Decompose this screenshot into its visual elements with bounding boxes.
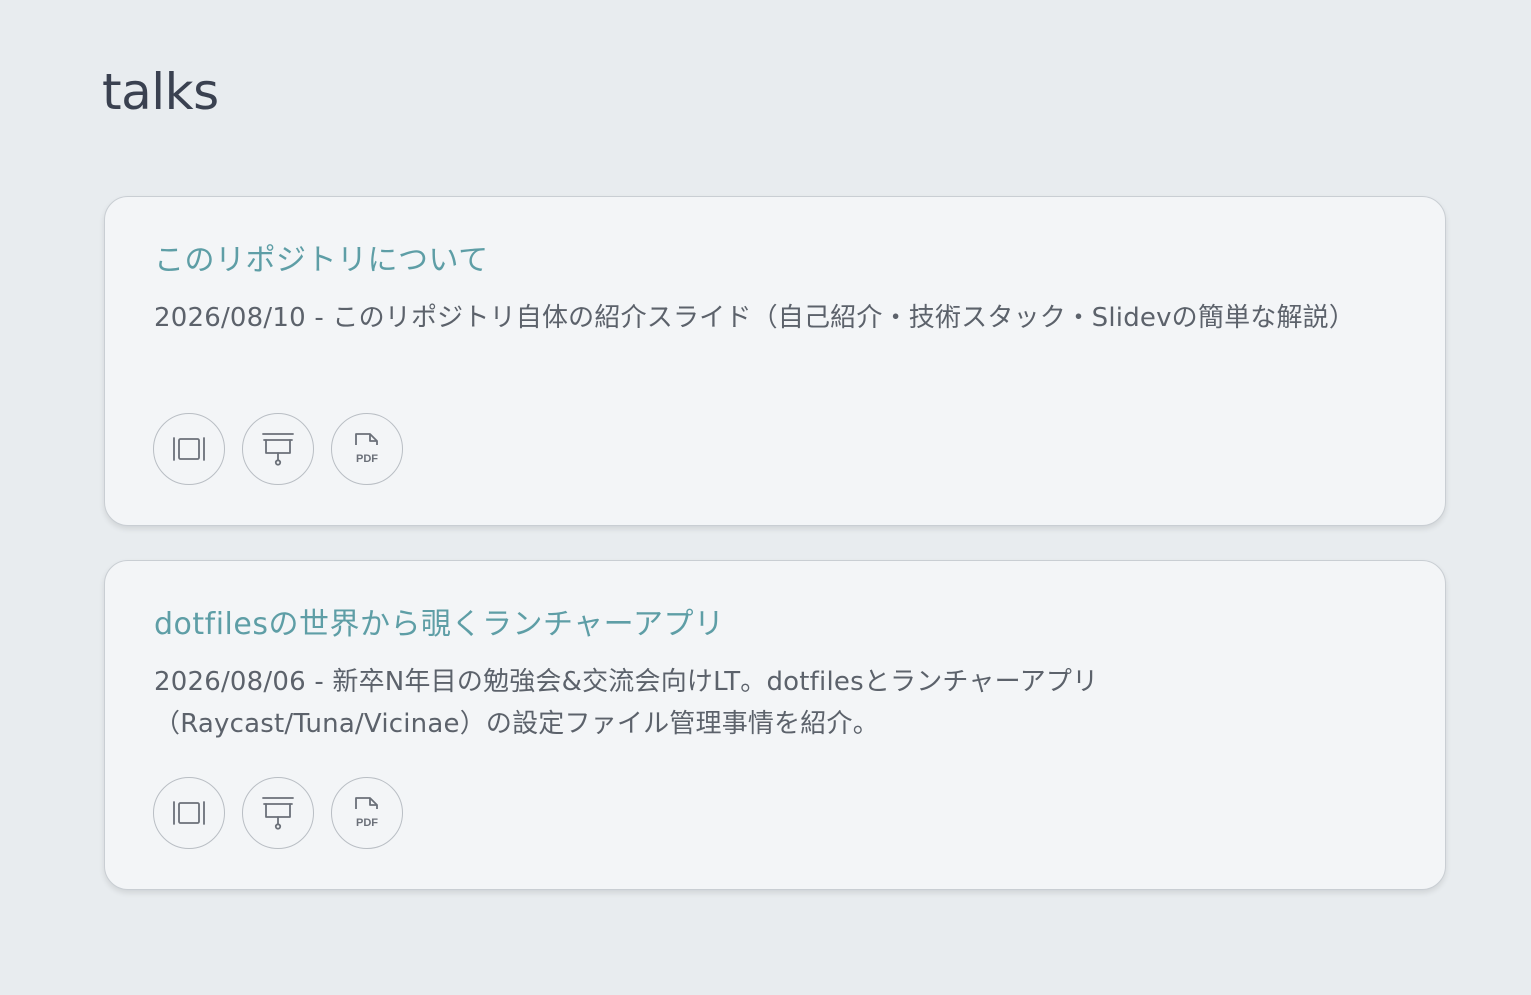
pdf-icon: PDF [351,431,383,467]
download-pdf-button[interactable]: PDF [331,413,403,485]
talk-description: 2026/08/10 - このリポジトリ自体の紹介スライド（自己紹介・技術スタッ… [154,303,1356,333]
talk-actions: PDF [153,413,403,485]
talk-card: このリポジトリについて 2026/08/10 - このリポジトリ自体の紹介スライ… [104,196,1446,526]
talk-description: 2026/08/06 - 新卒N年目の勉強会&交流会向けLT。dotfilesと… [154,667,1099,739]
presenter-mode-button[interactable] [242,413,314,485]
presentation-icon [262,432,294,466]
presenter-mode-button[interactable] [242,777,314,849]
page-title: talks [102,63,219,121]
slides-icon [172,800,206,826]
svg-text:PDF: PDF [356,817,378,829]
talk-list: このリポジトリについて 2026/08/10 - このリポジトリ自体の紹介スライ… [104,196,1446,924]
pdf-icon: PDF [351,795,383,831]
presentation-icon [262,796,294,830]
talk-title-link[interactable]: このリポジトリについて [154,239,489,283]
slides-icon [172,436,206,462]
talk-card: dotfilesの世界から覗くランチャーアプリ 2026/08/06 - 新卒N… [104,560,1446,890]
talk-actions: PDF [153,777,403,849]
view-slides-button[interactable] [153,413,225,485]
talk-title-link[interactable]: dotfilesの世界から覗くランチャーアプリ [154,603,724,647]
view-slides-button[interactable] [153,777,225,849]
svg-text:PDF: PDF [356,453,378,465]
download-pdf-button[interactable]: PDF [331,777,403,849]
